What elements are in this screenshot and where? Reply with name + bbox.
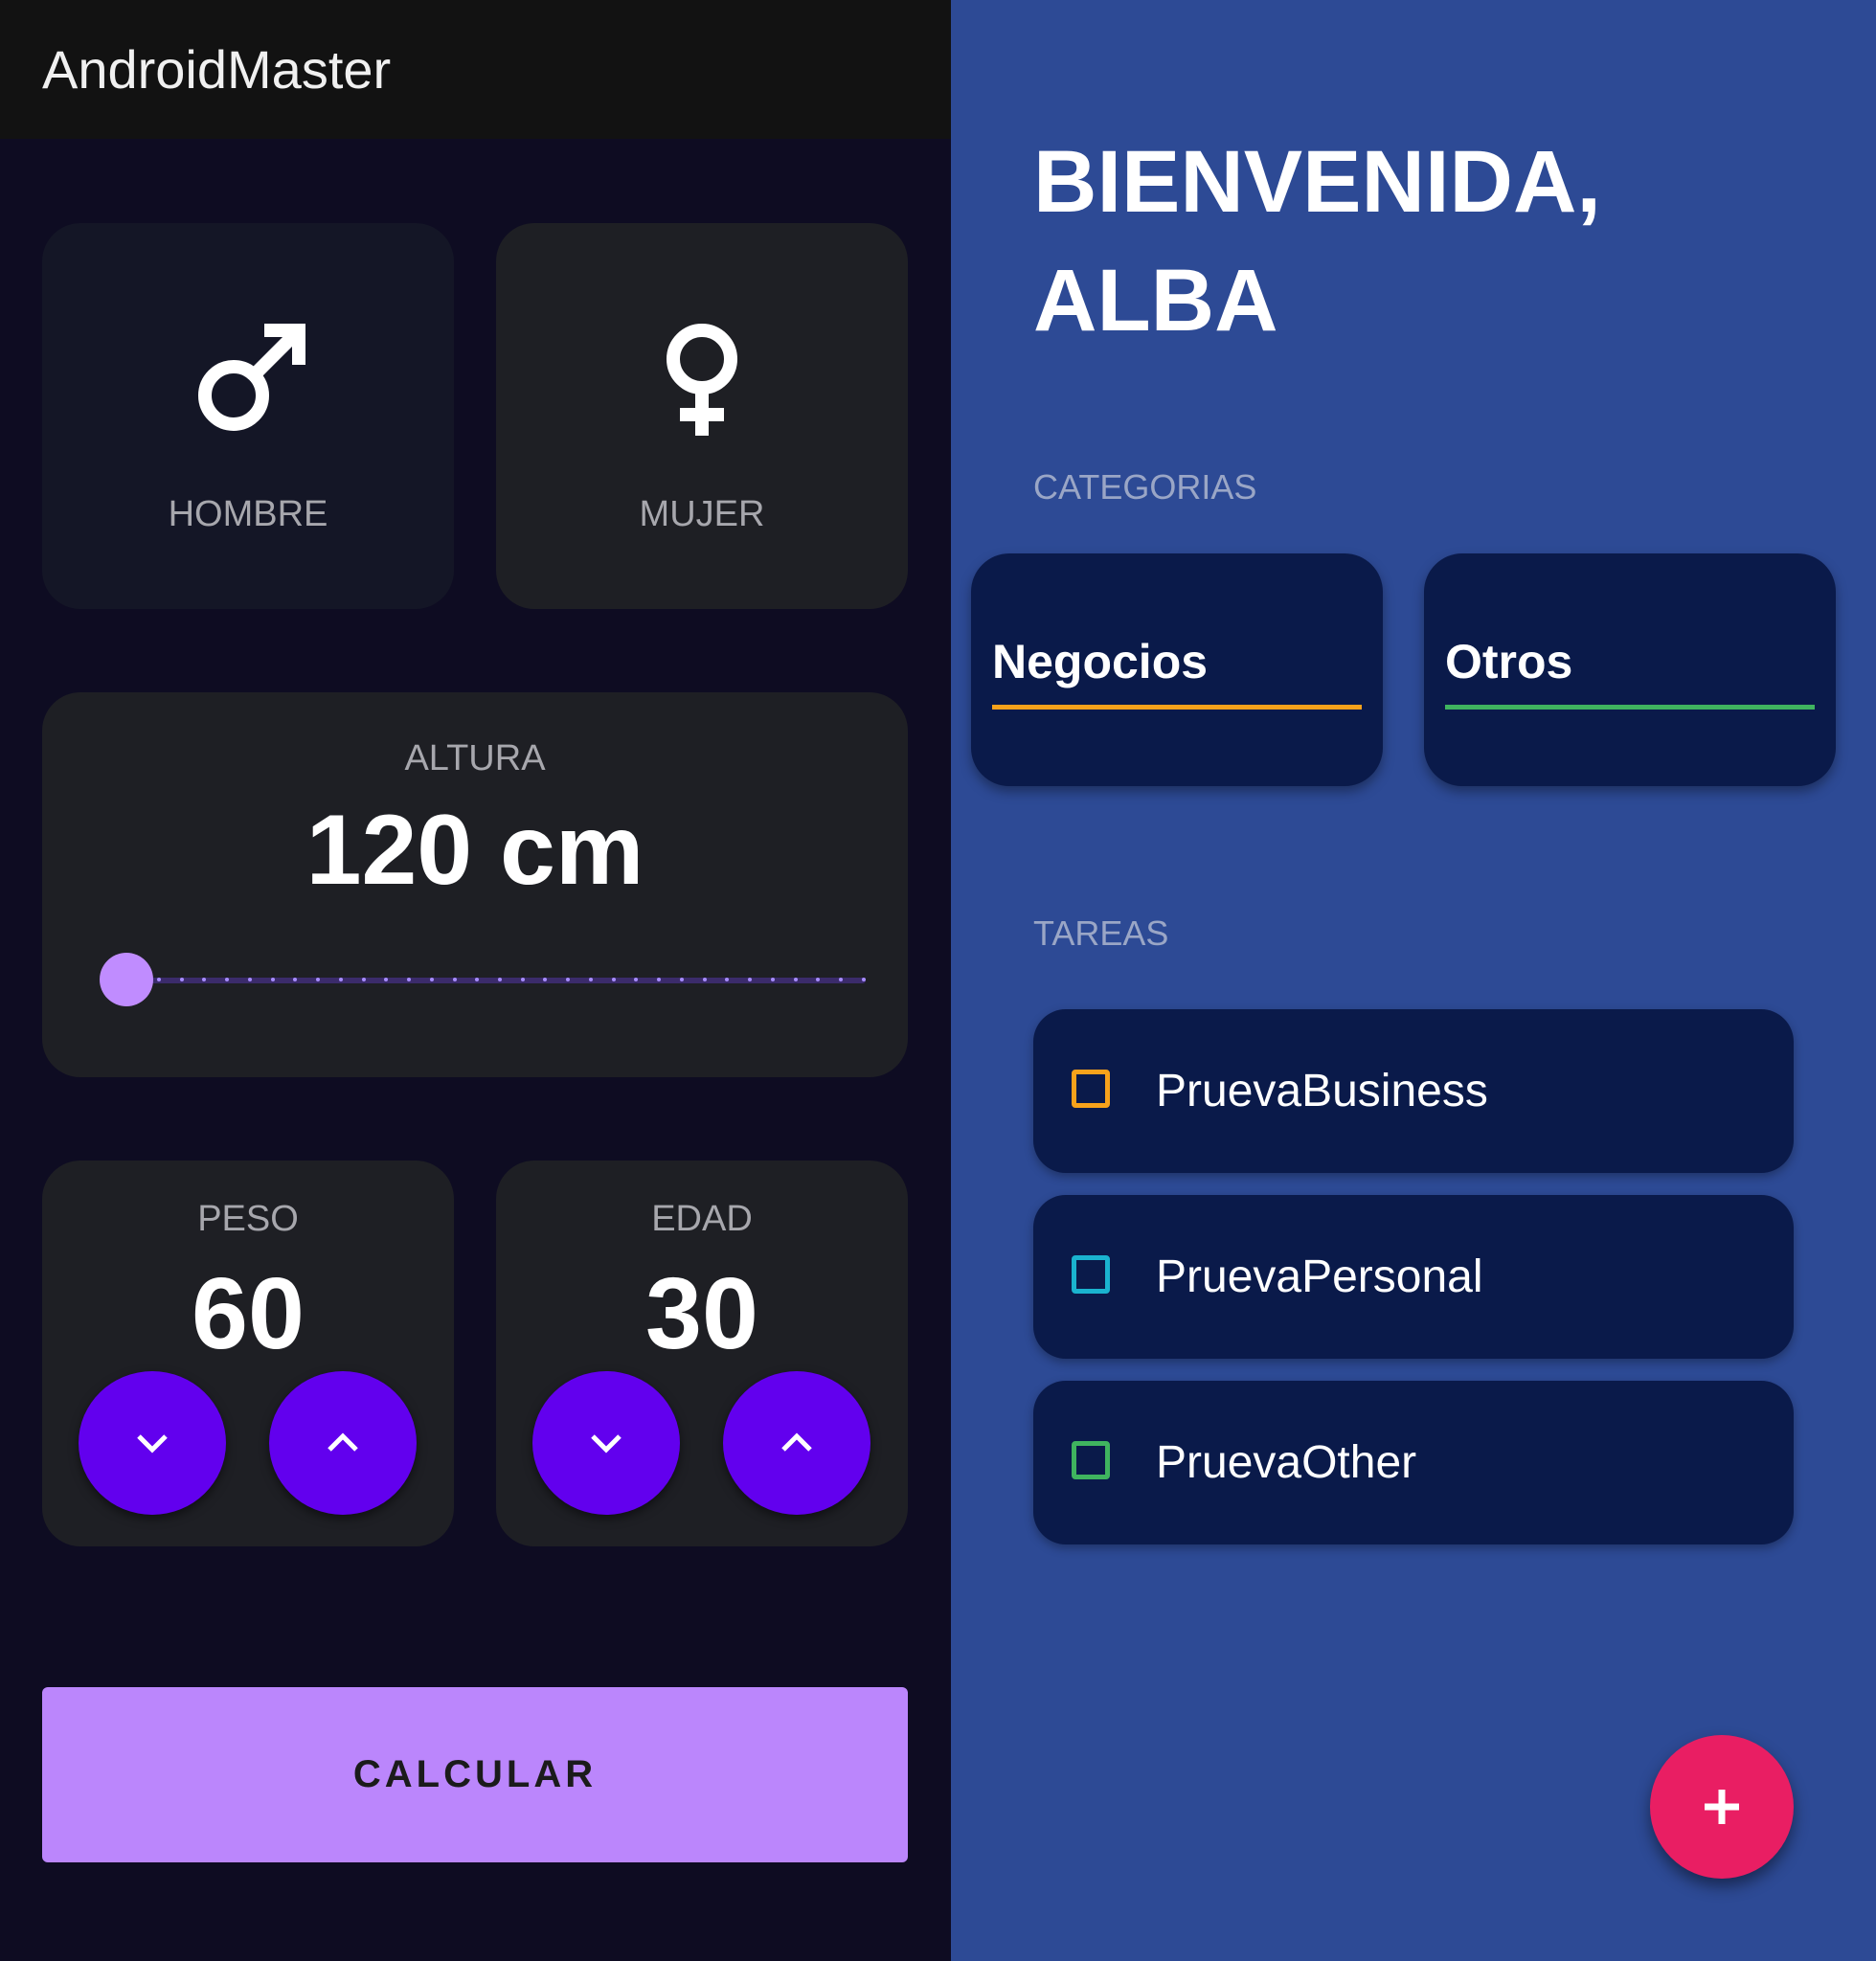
age-increase-button[interactable] — [723, 1371, 870, 1515]
task-name: PruevaOther — [1156, 1437, 1417, 1488]
weight-card: PESO 60 — [42, 1161, 454, 1546]
add-task-button[interactable] — [1650, 1735, 1794, 1879]
category-card-otros[interactable]: Otros — [1424, 553, 1836, 786]
female-card[interactable]: MUJER — [496, 223, 908, 609]
female-label: MUJER — [639, 494, 765, 534]
app-bar: AndroidMaster — [0, 0, 951, 139]
app-title: AndroidMaster — [42, 39, 392, 100]
calculate-label: CALCULAR — [352, 1753, 598, 1795]
tasks-heading: TAREAS — [1033, 913, 1169, 953]
greeting-line-1: BIENVENIDA, — [1033, 133, 1601, 231]
chevron-up-icon — [328, 1432, 358, 1452]
female-symbol-icon — [496, 319, 908, 448]
category-name: Negocios — [992, 635, 1209, 688]
weight-increase-button[interactable] — [269, 1371, 417, 1515]
male-label: HOMBRE — [168, 494, 328, 534]
slider-ticks — [157, 976, 866, 981]
category-color-bar — [1445, 705, 1815, 710]
categories-heading: CATEGORIAS — [1033, 467, 1257, 507]
plus-icon — [1705, 1790, 1739, 1824]
task-item[interactable]: PruevaOther — [1033, 1381, 1794, 1544]
task-item[interactable]: PruevaPersonal — [1033, 1195, 1794, 1359]
chevron-up-icon — [781, 1432, 812, 1452]
male-card[interactable]: HOMBRE — [42, 223, 454, 609]
height-label: ALTURA — [404, 738, 546, 778]
imc-calculator-pane: AndroidMaster HOMBRE MUJER ALTURA 120 cm — [0, 0, 951, 1961]
calculate-button[interactable]: CALCULAR — [42, 1687, 908, 1862]
task-checkbox[interactable] — [1072, 1070, 1110, 1108]
slider-thumb[interactable] — [100, 953, 153, 1006]
age-value: 30 — [645, 1257, 758, 1370]
age-card: EDAD 30 — [496, 1161, 908, 1546]
todo-pane: BIENVENIDA, ALBA CATEGORIAS Negocios Otr… — [951, 0, 1876, 1961]
height-slider[interactable] — [100, 953, 866, 1006]
weight-label: PESO — [197, 1199, 299, 1239]
task-item[interactable]: PruevaBusiness — [1033, 1009, 1794, 1173]
chevron-down-icon — [591, 1434, 622, 1454]
task-checkbox[interactable] — [1072, 1441, 1110, 1479]
task-checkbox[interactable] — [1072, 1255, 1110, 1294]
height-value: 120 cm — [305, 795, 644, 906]
category-name: Otros — [1445, 635, 1573, 688]
category-card-negocios[interactable]: Negocios — [971, 553, 1383, 786]
chevron-down-icon — [137, 1434, 168, 1454]
weight-decrease-button[interactable] — [79, 1371, 226, 1515]
task-name: PruevaBusiness — [1156, 1066, 1488, 1116]
category-color-bar — [992, 705, 1362, 710]
weight-value: 60 — [192, 1257, 305, 1370]
age-label: EDAD — [651, 1199, 753, 1239]
male-symbol-icon — [42, 319, 454, 448]
height-card: ALTURA 120 cm — [42, 692, 908, 1077]
greeting-line-2: ALBA — [1033, 252, 1278, 349]
greeting: BIENVENIDA, ALBA — [1033, 123, 1601, 360]
task-name: PruevaPersonal — [1156, 1251, 1483, 1302]
age-decrease-button[interactable] — [532, 1371, 680, 1515]
